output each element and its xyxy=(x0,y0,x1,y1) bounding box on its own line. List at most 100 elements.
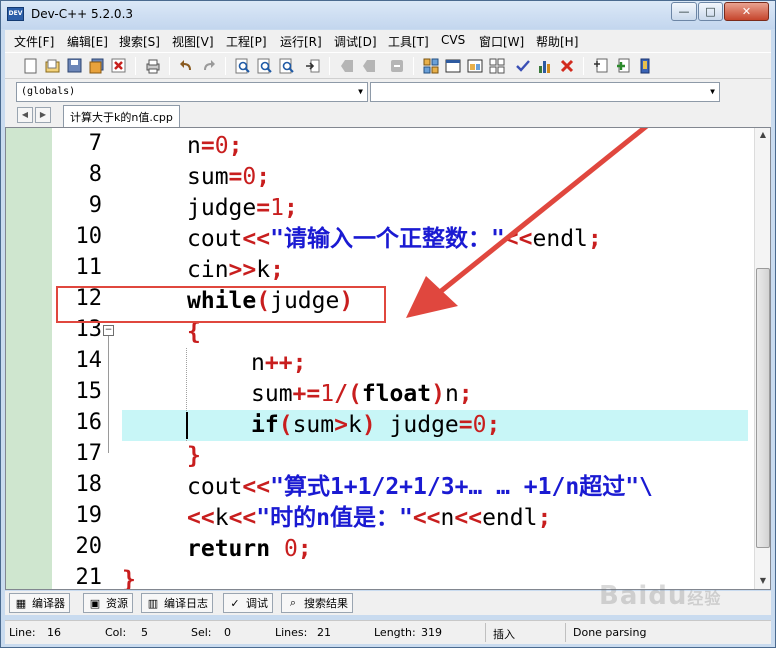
window-title: Dev-C++ 5.2.0.3 xyxy=(31,7,134,21)
bookmark-next-icon[interactable] xyxy=(359,56,379,76)
menu-project[interactable]: 工程[P] xyxy=(226,33,267,50)
text-caret xyxy=(186,412,188,439)
toolbar-separator xyxy=(135,57,136,75)
tab-resources[interactable]: ▣ 资源 xyxy=(83,593,133,613)
code-line-19: <<k<<"时的n值是："<<n<<endl; xyxy=(187,505,552,531)
status-length: 319 xyxy=(421,626,442,639)
minimize-button[interactable]: — xyxy=(671,2,697,21)
scroll-up-icon[interactable]: ▲ xyxy=(757,130,769,142)
class-browser-bar: (globals) ▼ ▼ xyxy=(5,79,771,105)
run-icon[interactable] xyxy=(443,56,463,76)
scrollbar-thumb[interactable] xyxy=(756,268,770,548)
maximize-button[interactable]: □ xyxy=(698,2,723,21)
resources-icon: ▣ xyxy=(89,596,101,610)
syntax-check-icon[interactable] xyxy=(513,56,533,76)
chart-icon[interactable] xyxy=(535,56,555,76)
close-file-icon[interactable] xyxy=(109,56,129,76)
tab-scroll-left-button[interactable]: ◀ xyxy=(17,107,33,123)
status-line-label: Line: xyxy=(9,626,36,639)
status-separator xyxy=(485,623,486,642)
toolbar-separator xyxy=(413,57,414,75)
annotation-arrow xyxy=(406,128,649,318)
find-icon[interactable] xyxy=(233,56,253,76)
tab-scroll-right-button[interactable]: ▶ xyxy=(35,107,51,123)
ide-window: DEV Dev-C++ 5.2.0.3 — □ ✕ 文件[F] 编辑[E] 搜索… xyxy=(0,0,776,648)
tab-compile-log[interactable]: ▥ 编译日志 xyxy=(141,593,213,613)
menu-window[interactable]: 窗口[W] xyxy=(479,33,524,50)
toolbar-separator xyxy=(583,57,584,75)
undo-icon[interactable] xyxy=(177,56,197,76)
print-icon[interactable] xyxy=(143,56,163,76)
status-length-label: Length: xyxy=(374,626,416,639)
save-all-icon[interactable] xyxy=(87,56,107,76)
open-icon[interactable] xyxy=(43,56,63,76)
baidu-watermark: Baidu经验 xyxy=(599,581,722,611)
scroll-down-icon[interactable]: ▼ xyxy=(757,576,769,588)
save-icon[interactable] xyxy=(65,56,85,76)
compile-log-icon: ▥ xyxy=(147,596,159,610)
code-line-20: return 0; xyxy=(187,536,312,562)
toolbar-separator xyxy=(225,57,226,75)
status-lines-label: Lines: xyxy=(275,626,308,639)
tab-debug[interactable]: ✓ 调试 xyxy=(223,593,273,613)
menu-help[interactable]: 帮助[H] xyxy=(536,33,578,50)
toolbar-separator xyxy=(169,57,170,75)
title-bar[interactable]: DEV Dev-C++ 5.2.0.3 — □ ✕ xyxy=(1,1,775,29)
tab-source-file[interactable]: 计算大于k的n值.cpp xyxy=(63,105,180,127)
compile-run-icon[interactable] xyxy=(465,56,485,76)
menu-bar: 文件[F] 编辑[E] 搜索[S] 视图[V] 工程[P] 运行[R] 调试[D… xyxy=(5,30,771,52)
menu-edit[interactable]: 编辑[E] xyxy=(67,33,108,50)
menu-debug[interactable]: 调试[D] xyxy=(334,33,377,50)
stop-icon[interactable] xyxy=(387,56,407,76)
status-lines: 21 xyxy=(317,626,331,639)
rebuild-icon[interactable] xyxy=(487,56,507,76)
annotation-highlight-box xyxy=(56,286,386,323)
bookmark-icon[interactable] xyxy=(337,56,357,76)
status-separator xyxy=(565,623,566,642)
code-line-18: cout<<"算式1+1/2+1/3+… … +1/n超过"\ xyxy=(187,474,653,500)
menu-search[interactable]: 搜索[S] xyxy=(119,33,160,50)
status-insert-mode: 插入 xyxy=(493,628,515,641)
tab-compiler[interactable]: ▦ 编译器 xyxy=(9,593,70,613)
code-editor[interactable]: 7 8 9 10 11 12 13 14 15 16 17 18 19 20 2… xyxy=(5,127,771,590)
scope-combo[interactable]: (globals) ▼ xyxy=(16,82,368,102)
menu-view[interactable]: 视图[V] xyxy=(172,33,214,50)
status-message: Done parsing xyxy=(573,626,647,639)
compiler-icon: ▦ xyxy=(15,596,27,610)
replace-icon[interactable] xyxy=(255,56,275,76)
redo-icon[interactable] xyxy=(199,56,219,76)
menu-run[interactable]: 运行[R] xyxy=(280,33,322,50)
chevron-down-icon: ▼ xyxy=(710,87,715,96)
menu-tools[interactable]: 工具[T] xyxy=(388,33,429,50)
scope-value: (globals) xyxy=(21,86,76,97)
code-line-7: n=0; xyxy=(187,133,243,159)
code-line-16: if(sum>k) judge=0; xyxy=(251,412,501,438)
code-line-17: } xyxy=(187,443,201,469)
status-line: 16 xyxy=(47,626,61,639)
toolbar-separator xyxy=(329,57,330,75)
editor-tabs-bar: ◀ ▶ 计算大于k的n值.cpp xyxy=(5,105,771,127)
debug-icon: ✓ xyxy=(230,596,240,610)
compile-icon[interactable] xyxy=(421,56,441,76)
menu-file[interactable]: 文件[F] xyxy=(14,33,54,50)
new-project-icon[interactable] xyxy=(591,56,611,76)
member-combo[interactable]: ▼ xyxy=(370,82,720,102)
search-results-icon: ⌕ xyxy=(289,596,297,609)
status-sel-label: Sel: xyxy=(191,626,212,639)
find-next-icon[interactable] xyxy=(277,56,297,76)
status-sel: 0 xyxy=(224,626,231,639)
add-file-icon[interactable] xyxy=(613,56,633,76)
goto-line-icon[interactable] xyxy=(303,56,323,76)
delete-icon[interactable] xyxy=(557,56,577,76)
code-line-21: } xyxy=(122,567,136,590)
devcpp-app-icon: DEV xyxy=(7,7,24,21)
new-file-icon[interactable] xyxy=(21,56,41,76)
code-line-9: judge=1; xyxy=(187,195,298,221)
status-col-label: Col: xyxy=(105,626,127,639)
tab-search-results[interactable]: ⌕ 搜索结果 xyxy=(281,593,353,613)
toolbar xyxy=(5,52,771,79)
menu-cvs[interactable]: CVS xyxy=(441,33,465,47)
project-options-icon[interactable] xyxy=(635,56,655,76)
vertical-scrollbar[interactable]: ▲ ▼ xyxy=(754,128,770,589)
close-button[interactable]: ✕ xyxy=(724,2,769,21)
